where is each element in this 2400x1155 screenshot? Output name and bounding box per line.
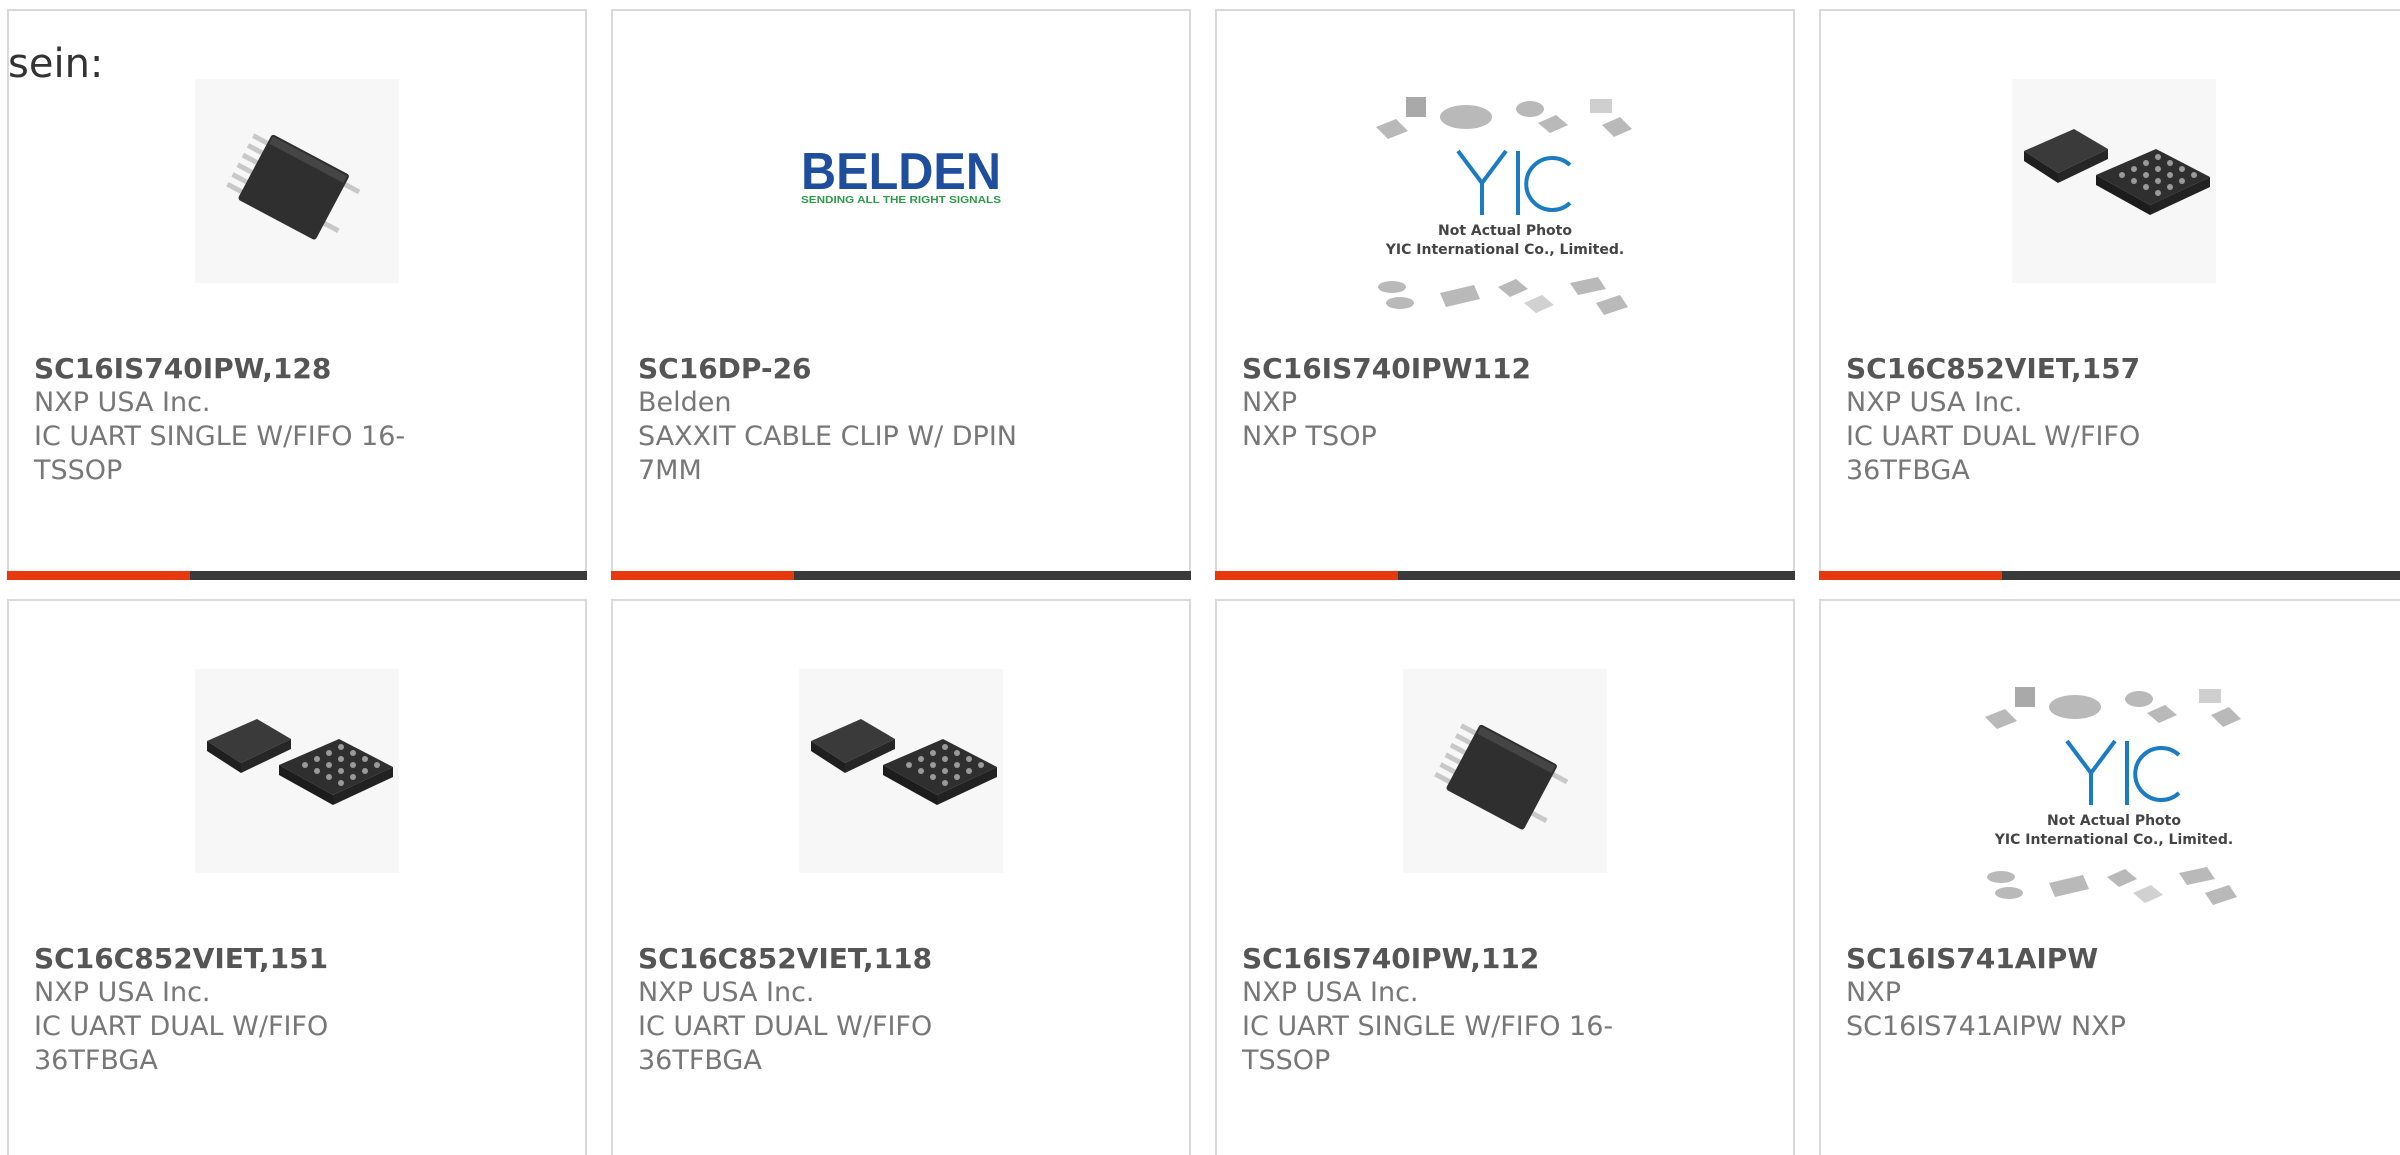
not-actual-photo-image[interactable]: Not Actual Photo YIC International Co., … [1370, 91, 1640, 331]
description-line: IC UART SINGLE W/FIFO 16- [34, 421, 406, 452]
part-number-link[interactable]: SC16C852VIET,151 [34, 942, 454, 976]
product-card[interactable]: SC16IS740IPW,128 NXP USA Inc. IC UART SI… [7, 9, 587, 580]
product-info: SC16DP-26 Belden SAXXIT CABLE CLIP W/ DP… [638, 352, 1058, 488]
description-line: IC UART DUAL W/FIFO 36TFBGA [34, 1011, 329, 1076]
manufacturer: NXP [1846, 977, 1901, 1008]
placeholder-caption: Not Actual Photo [1438, 223, 1572, 239]
part-number-link[interactable]: SC16IS740IPW112 [1242, 352, 1662, 386]
part-number-link[interactable]: SC16IS740IPW,128 [34, 352, 454, 386]
intro-text: sein: [8, 41, 104, 87]
chip-tfbga-image[interactable] [2012, 79, 2216, 283]
manufacturer: NXP USA Inc. [34, 977, 211, 1008]
accent-red-segment [1819, 571, 2002, 580]
manufacturer: NXP USA Inc. [34, 387, 211, 418]
product-card[interactable]: SC16C852VIET,157 NXP USA Inc. IC UART DU… [1819, 9, 2400, 580]
description-line: SC16IS741AIPW NXP [1846, 1011, 2126, 1042]
accent-red-segment [611, 571, 794, 580]
belden-logo-tagline: SENDING ALL THE RIGHT SIGNALS [801, 195, 1001, 206]
not-actual-photo-image[interactable]: Not Actual Photo YIC International Co., … [1979, 681, 2249, 921]
description-line: IC UART DUAL W/FIFO 36TFBGA [638, 1011, 933, 1076]
card-accent-bar [611, 571, 1191, 580]
chip-tfbga-image[interactable] [799, 669, 1003, 873]
manufacturer: NXP USA Inc. [638, 977, 815, 1008]
product-row: SC16IS740IPW,128 NXP USA Inc. IC UART SI… [7, 9, 2400, 580]
description-line: NXP TSOP [1242, 421, 1377, 452]
belden-logo-text: BELDEN [801, 143, 1001, 201]
belden-logo-image[interactable]: BELDEN SENDING ALL THE RIGHT SIGNALS [799, 79, 1003, 283]
product-card[interactable]: SC16C852VIET,118 NXP USA Inc. IC UART DU… [611, 599, 1191, 1155]
product-card[interactable]: SC16C852VIET,151 NXP USA Inc. IC UART DU… [7, 599, 587, 1155]
placeholder-caption: YIC International Co., Limited. [1994, 832, 2233, 848]
part-number-link[interactable]: SC16C852VIET,118 [638, 942, 1058, 976]
manufacturer: NXP USA Inc. [1846, 387, 2023, 418]
manufacturer: NXP USA Inc. [1242, 977, 1419, 1008]
chip-tssop-image[interactable] [1403, 669, 1607, 873]
accent-red-segment [1215, 571, 1398, 580]
product-card[interactable]: Not Actual Photo YIC International Co., … [1215, 9, 1795, 580]
description-line: SAXXIT CABLE CLIP W/ DPIN [638, 421, 1018, 452]
product-info: SC16C852VIET,157 NXP USA Inc. IC UART DU… [1846, 352, 2266, 488]
product-card[interactable]: SC16IS740IPW,112 NXP USA Inc. IC UART SI… [1215, 599, 1795, 1155]
card-accent-bar [1819, 571, 2400, 580]
product-info: SC16C852VIET,151 NXP USA Inc. IC UART DU… [34, 942, 454, 1078]
part-number-link[interactable]: SC16IS740IPW,112 [1242, 942, 1662, 976]
chip-tssop-image[interactable] [195, 79, 399, 283]
part-number-link[interactable]: SC16IS741AIPW [1846, 942, 2266, 976]
product-card[interactable]: Not Actual Photo YIC International Co., … [1819, 599, 2400, 1155]
description-line: IC UART DUAL W/FIFO 36TFBGA [1846, 421, 2141, 486]
part-number-link[interactable]: SC16C852VIET,157 [1846, 352, 2266, 386]
card-accent-bar [7, 571, 587, 580]
product-info: SC16IS741AIPW NXP SC16IS741AIPW NXP [1846, 942, 2266, 1044]
card-accent-bar [1215, 571, 1795, 580]
product-row: SC16C852VIET,151 NXP USA Inc. IC UART DU… [7, 599, 2400, 1155]
manufacturer: Belden [638, 387, 732, 418]
product-info: SC16IS740IPW112 NXP NXP TSOP [1242, 352, 1662, 454]
product-info: SC16IS740IPW,112 NXP USA Inc. IC UART SI… [1242, 942, 1662, 1078]
accent-red-segment [7, 571, 190, 580]
description-line: IC UART SINGLE W/FIFO 16- [1242, 1011, 1614, 1042]
description-line: TSSOP [1242, 1045, 1331, 1076]
placeholder-caption: Not Actual Photo [2047, 813, 2181, 829]
product-card[interactable]: BELDEN SENDING ALL THE RIGHT SIGNALS SC1… [611, 9, 1191, 580]
placeholder-caption: YIC International Co., Limited. [1385, 242, 1624, 258]
description-line: 7MM [638, 455, 702, 486]
manufacturer: NXP [1242, 387, 1297, 418]
product-grid-page: sein: SC16IS740IPW,128 NXP USA Inc. IC U… [0, 0, 2400, 1155]
product-info: SC16C852VIET,118 NXP USA Inc. IC UART DU… [638, 942, 1058, 1078]
product-info: SC16IS740IPW,128 NXP USA Inc. IC UART SI… [34, 352, 454, 488]
chip-tfbga-image[interactable] [195, 669, 399, 873]
part-number-link[interactable]: SC16DP-26 [638, 352, 1058, 386]
description-line: TSSOP [34, 455, 123, 486]
